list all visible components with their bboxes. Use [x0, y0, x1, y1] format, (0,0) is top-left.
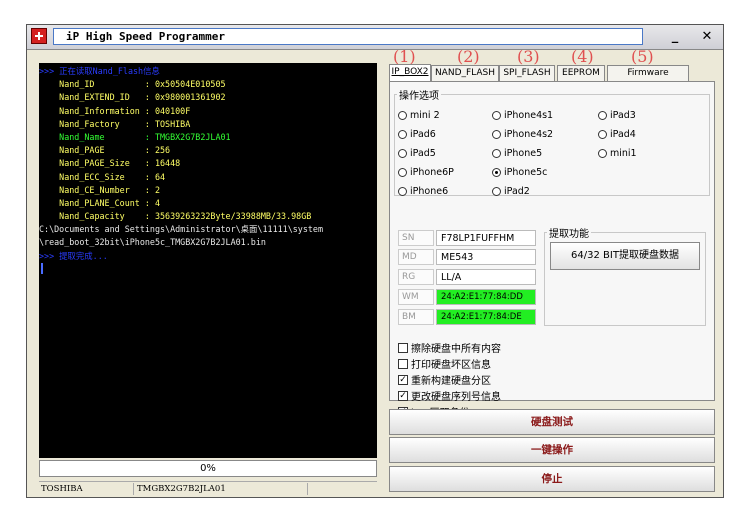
radio-iphone6[interactable]: iPhone6 — [398, 186, 448, 197]
console-line: C:\Documents and Settings\Administrator\… — [39, 224, 323, 235]
tab-number-5: (5) — [631, 47, 654, 66]
ip-box2-panel: 操作选项 mini 2 iPhone4s1 iPad3 iPad6 iPhone… — [389, 81, 715, 419]
md-label: MD — [398, 249, 434, 265]
app-icon — [31, 28, 47, 44]
tab-number-3: (3) — [517, 47, 540, 66]
window-title: iP High Speed Programmer — [66, 30, 225, 43]
console-line: Nand_PLANE_Count : 4 — [39, 197, 161, 208]
console-line: Nand_Information : 040100F — [39, 105, 191, 116]
radio-mini-2[interactable]: mini 2 — [398, 110, 440, 121]
radio-iphone5c[interactable]: iPhone5c — [492, 167, 547, 178]
console-line: Nand_EXTEND_ID : 0x980001361902 — [39, 92, 226, 103]
main-window: iP High Speed Programmer _ ✕ >>> 正在读取Nan… — [26, 24, 724, 498]
fetch-title: 提取功能 — [547, 225, 591, 240]
check-mark-icon: ✓ — [398, 390, 408, 401]
radio-indicator — [398, 168, 407, 177]
checkbox-erase-all[interactable]: 擦除硬盘中所有内容 — [398, 340, 501, 355]
console-line: Nand_Name : TMGBX2G7B2JLA01 — [39, 131, 231, 142]
one-click-button[interactable]: 一键操作 — [389, 437, 715, 463]
tab-number-2: (2) — [457, 47, 480, 66]
radio-iphone6p[interactable]: iPhone6P — [398, 167, 454, 178]
radio-ipad6[interactable]: iPad6 — [398, 129, 436, 140]
checkbox-indicator — [398, 358, 408, 369]
radio-indicator — [398, 130, 407, 139]
radio-indicator-selected — [492, 168, 501, 177]
radio-indicator — [398, 187, 407, 196]
stop-button[interactable]: 停止 — [389, 466, 715, 492]
console-line: Nand_PAGE : 256 — [39, 145, 171, 156]
checkbox-indicator — [398, 342, 408, 353]
checkbox-change-serial[interactable]: ✓ 更改硬盘序列号信息 — [398, 388, 501, 403]
bm-label: BM — [398, 309, 434, 325]
disk-test-button[interactable]: 硬盘测试 — [389, 409, 715, 435]
console-line: Nand_ECC_Size : 64 — [39, 171, 166, 182]
tab-ip-box2[interactable]: IP_BOX2 — [389, 64, 431, 82]
status-vendor: TOSHIBA — [41, 483, 134, 495]
rg-label: RG — [398, 269, 434, 285]
rg-field[interactable]: LL/A — [436, 269, 536, 285]
console-line: \read_boot_32bit\iPhone5c_TMGBX2G7B2JLA0… — [39, 237, 266, 248]
progress-label: 0% — [200, 463, 216, 474]
status-nand-name: TMGBX2G7B2JLA01 — [137, 483, 308, 495]
radio-iphone4s1[interactable]: iPhone4s1 — [492, 110, 553, 121]
console-line: Nand_CE_Number : 2 — [39, 184, 161, 195]
status-bar: TOSHIBA TMGBX2G7B2JLA01 — [39, 481, 377, 496]
wm-field[interactable]: 24:A2:E1:77:84:DD — [436, 289, 536, 305]
sn-label: SN — [398, 230, 434, 246]
tab-eeprom[interactable]: EEPROM — [557, 65, 605, 81]
bm-field[interactable]: 24:A2:E1:77:84:DE — [436, 309, 536, 325]
console-line: >>> 正在读取Nand_Flash信息 — [39, 66, 160, 76]
console-line: Nand_PAGE_Size : 16448 — [39, 158, 181, 169]
radio-indicator — [492, 111, 501, 120]
check-mark-icon: ✓ — [398, 374, 408, 385]
radio-indicator — [492, 187, 501, 196]
text-cursor — [41, 262, 43, 274]
radio-indicator — [598, 111, 607, 120]
radio-indicator — [492, 149, 501, 158]
options-title: 操作选项 — [397, 87, 441, 102]
radio-indicator — [492, 130, 501, 139]
tab-spi-flash[interactable]: SPI_FLASH — [499, 65, 555, 81]
tab-firmware-upgrade[interactable]: Firmware Upgrade — [607, 65, 689, 93]
console-line: Nand_ID : 0x50504E010505 — [39, 79, 226, 90]
sn-field[interactable]: F78LP1FUFFHM — [436, 230, 536, 246]
checkbox-rebuild-partition[interactable]: ✓ 重新构建硬盘分区 — [398, 372, 491, 387]
close-button[interactable]: ✕ — [695, 27, 719, 46]
wm-label: WM — [398, 289, 434, 305]
md-field[interactable]: ME543 — [436, 249, 536, 265]
title-bar[interactable]: iP High Speed Programmer _ ✕ — [27, 25, 723, 50]
radio-ipad5[interactable]: iPad5 — [398, 148, 436, 159]
tab-nand-flash[interactable]: NAND_FLASH — [431, 65, 499, 81]
radio-iphone4s2[interactable]: iPhone4s2 — [492, 129, 553, 140]
minimize-button[interactable]: _ — [663, 27, 687, 46]
console-line: Nand_Capacity : 35639263232Byte/33988MB/… — [39, 211, 312, 222]
log-console[interactable]: >>> 正在读取Nand_Flash信息 Nand_ID : 0x50504E0… — [39, 63, 377, 458]
title-field: iP High Speed Programmer — [53, 28, 643, 45]
console-line: Nand_Factory : TOSHIBA — [39, 118, 191, 129]
fetch-data-button[interactable]: 64/32 BIT提取硬盘数据 — [550, 242, 700, 270]
console-line: >>> 提取完成... — [39, 250, 108, 261]
radio-indicator — [398, 149, 407, 158]
radio-iphone5[interactable]: iPhone5 — [492, 148, 542, 159]
progress-bar: 0% — [39, 460, 377, 477]
radio-indicator — [398, 111, 407, 120]
radio-indicator — [598, 130, 607, 139]
tab-number-4: (4) — [571, 47, 594, 66]
radio-mini1[interactable]: mini1 — [598, 148, 637, 159]
radio-ipad3[interactable]: iPad3 — [598, 110, 636, 121]
checkbox-print-bad-blocks[interactable]: 打印硬盘坏区信息 — [398, 356, 491, 371]
radio-indicator — [598, 149, 607, 158]
radio-ipad2[interactable]: iPad2 — [492, 186, 530, 197]
radio-ipad4[interactable]: iPad4 — [598, 129, 636, 140]
